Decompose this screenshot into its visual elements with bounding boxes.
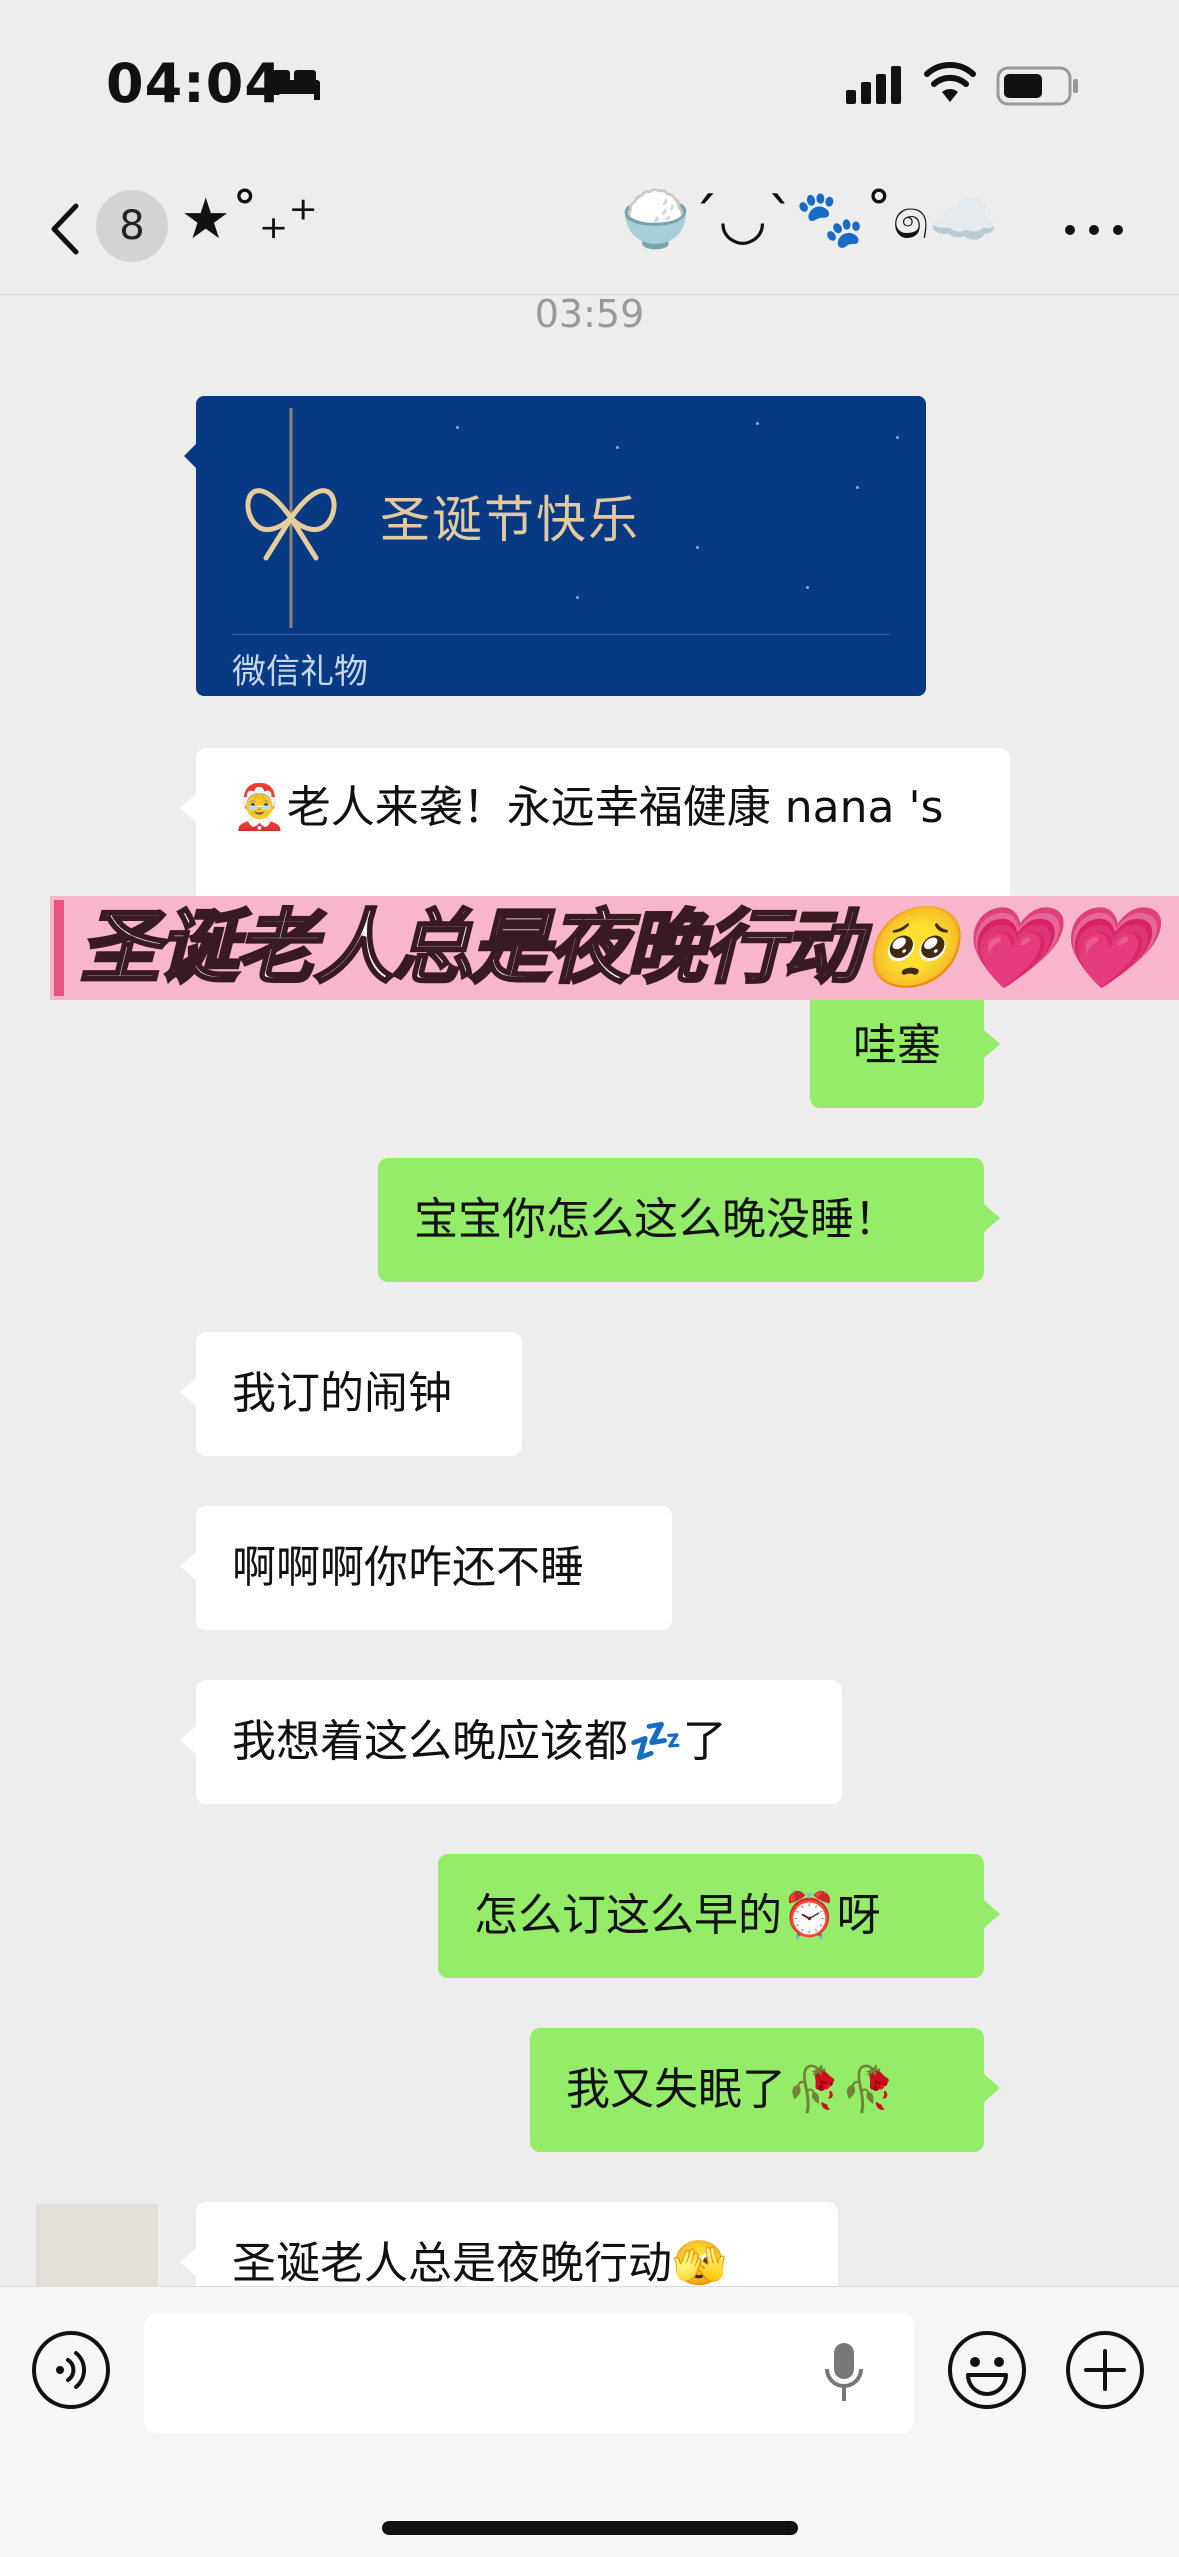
message-incoming[interactable]: 🤶老人来袭！永远幸福健康 nana 's [180, 748, 1010, 908]
gift-card[interactable]: 圣诞节快乐 微信礼物 [196, 396, 926, 696]
voice-icon[interactable] [30, 2329, 112, 2411]
signal-icon [846, 66, 901, 104]
battery-icon [996, 66, 1078, 106]
mic-icon[interactable] [824, 2341, 864, 2405]
bed-icon [266, 70, 320, 100]
banner-accent [54, 900, 64, 996]
emoji-icon[interactable] [946, 2329, 1028, 2411]
message-incoming[interactable]: 我订的闹钟 [180, 1332, 522, 1456]
home-indicator [382, 2521, 798, 2535]
message-input[interactable] [144, 2313, 914, 2433]
wifi-icon [924, 62, 976, 102]
ribbon-bow-icon [245, 408, 337, 628]
chat-title[interactable]: ★˚₊⁺ 🍚´◡`🐾˚෧☁️ [0, 186, 1179, 253]
caption-banner: 圣诞老人总是夜晚行动🥺💗💗 [50, 896, 1179, 1000]
chat-header: 8 ★˚₊⁺ 🍚´◡`🐾˚෧☁️ [0, 160, 1179, 295]
status-bar: 04:04 [0, 0, 1179, 160]
message-outgoing[interactable]: 我又失眠了🥀🥀 [530, 2028, 1000, 2152]
status-time: 04:04 [106, 52, 283, 115]
gift-card-footer: 微信礼物 [232, 652, 368, 692]
message-outgoing[interactable]: 哇塞 [810, 984, 1000, 1108]
gift-card-title: 圣诞节快乐 [380, 491, 640, 549]
message-incoming[interactable]: 啊啊啊你咋还不睡 [180, 1506, 672, 1630]
message-timestamp: 03:59 [534, 292, 645, 336]
input-bar [0, 2286, 1179, 2557]
message-incoming[interactable]: 我想着这么晚应该都💤了 [180, 1680, 842, 1804]
more-icon[interactable] [1064, 224, 1124, 236]
plus-icon[interactable] [1064, 2329, 1146, 2411]
message-outgoing[interactable]: 怎么订这么早的⏰呀 [438, 1854, 1000, 1978]
message-outgoing[interactable]: 宝宝你怎么这么晚没睡！ [378, 1158, 1000, 1282]
gift-card-divider [232, 634, 890, 635]
banner-text: 圣诞老人总是夜晚行动🥺💗💗 [79, 900, 1157, 996]
